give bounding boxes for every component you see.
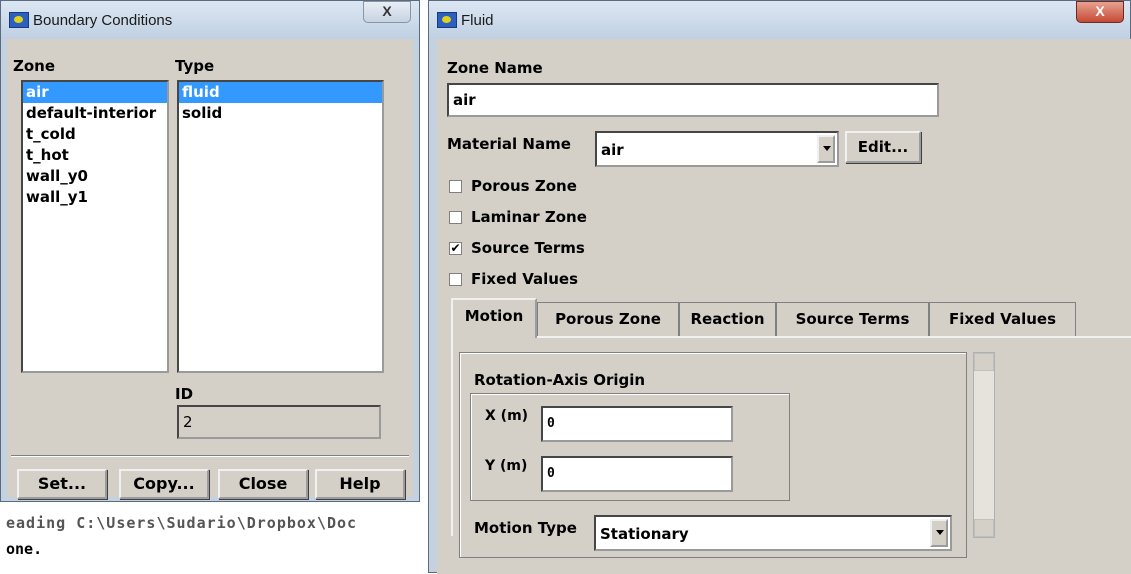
console-background: eading C:\Users\Sudario\Dropbox\Doc one. (0, 500, 430, 573)
title-bar[interactable]: Boundary Conditions X (1, 1, 419, 39)
close-icon[interactable]: X (363, 1, 411, 23)
close-icon[interactable]: X (1076, 1, 1124, 23)
help-button[interactable]: Help (315, 469, 405, 499)
checkbox-box[interactable] (449, 272, 462, 286)
zone-name-label: Zone Name (447, 59, 543, 77)
y-label: Y (m) (485, 458, 528, 474)
motion-type-dropdown[interactable]: Stationary (594, 515, 952, 551)
id-field: 2 (177, 405, 381, 439)
motion-type-value: Stationary (600, 525, 689, 543)
title-bar[interactable]: Fluid X (429, 1, 1130, 39)
zone-label: Zone (13, 57, 56, 75)
bc-client-area: Zone Type air default-interior t_cold t_… (7, 39, 413, 499)
checkbox-label: Fixed Values (471, 270, 579, 288)
console-line: one. (6, 540, 43, 558)
motion-type-label: Motion Type (474, 519, 577, 537)
chevron-down-icon[interactable] (930, 519, 948, 547)
x-label: X (m) (485, 408, 529, 424)
checkbox-label: Source Terms (471, 239, 585, 257)
boundary-conditions-window: Boundary Conditions X Zone Type air defa… (0, 0, 420, 502)
list-item[interactable]: t_hot (23, 145, 167, 166)
tab-reaction[interactable]: Reaction (679, 302, 776, 336)
close-button[interactable]: Close (218, 469, 308, 499)
id-label: ID (175, 385, 194, 403)
list-item[interactable]: wall_y0 (23, 166, 167, 187)
window-title: Fluid (461, 12, 494, 29)
check-icon[interactable]: ✔ (449, 241, 462, 255)
porous-zone-checkbox[interactable]: Porous Zone (449, 177, 577, 195)
copy-button[interactable]: Copy... (119, 469, 209, 499)
y-origin-input[interactable]: 0 (541, 456, 733, 492)
checkbox-box[interactable] (449, 179, 462, 193)
type-list[interactable]: fluid solid (177, 80, 384, 373)
rotation-axis-origin-label: Rotation-Axis Origin (474, 371, 646, 389)
origin-group: X (m) 0 Y (m) 0 (470, 393, 790, 501)
tab-source-terms[interactable]: Source Terms (776, 302, 929, 336)
window-title: Boundary Conditions (33, 12, 173, 29)
x-origin-input[interactable]: 0 (541, 406, 733, 442)
list-item[interactable]: fluid (179, 82, 382, 103)
edit-button[interactable]: Edit... (845, 131, 921, 163)
tab-fixed-values[interactable]: Fixed Values (929, 302, 1076, 336)
tab-motion[interactable]: Motion (451, 298, 537, 338)
list-item[interactable]: default-interior (23, 103, 167, 124)
scroll-down-icon[interactable] (974, 519, 994, 537)
laminar-zone-checkbox[interactable]: Laminar Zone (449, 208, 587, 226)
app-icon (9, 12, 29, 28)
list-item[interactable]: wall_y1 (23, 187, 167, 208)
console-line: eading C:\Users\Sudario\Dropbox\Doc (6, 514, 358, 532)
tab-porous-zone[interactable]: Porous Zone (537, 302, 679, 336)
app-icon (437, 12, 457, 28)
fixed-values-checkbox[interactable]: Fixed Values (449, 270, 578, 288)
material-value: air (601, 141, 624, 159)
zone-list[interactable]: air default-interior t_cold t_hot wall_y… (21, 80, 169, 373)
scroll-up-icon[interactable] (974, 353, 994, 371)
list-item[interactable]: air (23, 82, 167, 103)
checkbox-label: Laminar Zone (471, 208, 587, 226)
separator (11, 455, 409, 457)
type-label: Type (175, 57, 215, 75)
checkbox-label: Porous Zone (471, 177, 577, 195)
material-dropdown[interactable]: air (595, 131, 839, 167)
zone-name-input[interactable]: air (447, 83, 939, 117)
fluid-client-area: Zone Name air Material Name air Edit... … (437, 39, 1131, 574)
chevron-down-icon[interactable] (817, 135, 835, 163)
vertical-scrollbar[interactable] (973, 352, 995, 538)
tab-panel-motion: Rotation-Axis Origin X (m) 0 Y (m) 0 Mot… (451, 336, 1131, 558)
list-item[interactable]: solid (179, 103, 382, 124)
list-item[interactable]: t_cold (23, 124, 167, 145)
source-terms-checkbox[interactable]: ✔ Source Terms (449, 239, 585, 257)
set-button[interactable]: Set... (17, 469, 107, 499)
checkbox-box[interactable] (449, 210, 462, 224)
fluid-window: Fluid X Zone Name air Material Name air … (428, 0, 1131, 574)
material-name-label: Material Name (447, 135, 571, 153)
motion-group: Rotation-Axis Origin X (m) 0 Y (m) 0 Mot… (459, 352, 967, 558)
